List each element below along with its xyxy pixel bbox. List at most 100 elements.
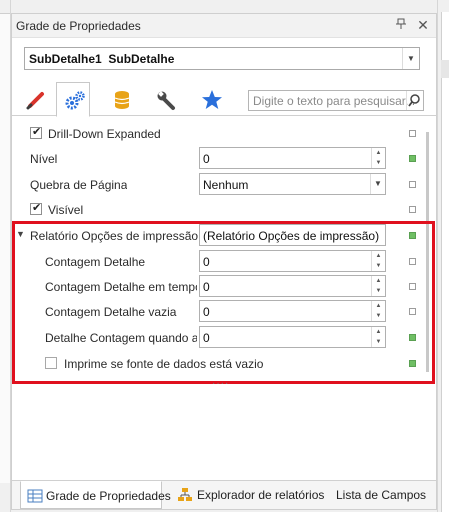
right-scroll-thumb[interactable] — [441, 60, 449, 78]
spin-down-icon[interactable]: ▼ — [372, 158, 385, 168]
chevron-down-icon[interactable]: ▼ — [402, 48, 419, 69]
nivel-value[interactable]: 0 — [203, 152, 210, 166]
drilldown-expanded-label: Drill-Down Expanded — [48, 127, 161, 141]
spin-up-icon[interactable]: ▲ — [372, 301, 385, 311]
spin-up-icon[interactable]: ▲ — [372, 276, 385, 286]
panel-title: Grade de Propriedades — [16, 19, 141, 33]
imprime-vazio-label: Imprime se fonte de dados está vazio — [64, 357, 264, 371]
left-panel-edge — [0, 0, 11, 512]
property-marker-icon — [409, 155, 416, 162]
contagem-detalhe-vazia-label: Contagem Detalhe vazia — [45, 305, 177, 319]
spin-up-icon[interactable]: ▲ — [372, 148, 385, 158]
row-contagem-detalhe-vazia: Contagem Detalhe vazia 0 ▲ ▼ — [12, 299, 422, 324]
spin-down-icon[interactable]: ▼ — [372, 286, 385, 296]
contagem-detalhe-tempo-spinner[interactable]: ▲ ▼ — [371, 276, 385, 296]
detalhe-contagem-quando-spinner[interactable]: ▲ ▼ — [371, 327, 385, 347]
pin-icon[interactable] — [394, 18, 408, 32]
tab-favorites[interactable] — [194, 82, 228, 115]
tab-design[interactable] — [149, 82, 183, 115]
relatorio-opcoes-label: Relatório Opções de impressão — [30, 229, 199, 243]
property-grid-icon — [27, 489, 43, 503]
gears-icon — [65, 91, 85, 110]
report-explorer-icon — [178, 488, 192, 501]
property-marker-icon — [409, 181, 416, 188]
checkmark-icon: ✔ — [32, 202, 42, 214]
tab-grade-propriedades[interactable]: Grade de Propriedades — [20, 481, 171, 509]
search-input[interactable]: Digite o texto para pesquisar... — [253, 94, 415, 108]
row-quebra-pagina: Quebra de Página Nenhum ▼ — [12, 172, 422, 197]
contagem-detalhe-tempo-field[interactable]: 0 ▲ ▼ — [199, 275, 386, 297]
spin-down-icon[interactable]: ▼ — [372, 261, 385, 271]
contagem-detalhe-vazia-spinner[interactable]: ▲ ▼ — [371, 301, 385, 321]
spin-up-icon[interactable]: ▲ — [372, 251, 385, 261]
drilldown-expanded-checkbox[interactable]: ✔ — [30, 126, 42, 139]
grid-scrollbar[interactable] — [426, 132, 429, 372]
row-drilldown-expanded: ✔ Drill-Down Expanded — [12, 121, 422, 146]
tab-lista-campos-label: Lista de Campos — [336, 488, 427, 502]
row-nivel: Nível 0 ▲ ▼ — [12, 146, 422, 171]
contagem-detalhe-tempo-value[interactable]: 0 — [203, 280, 210, 294]
contagem-detalhe-spinner[interactable]: ▲ ▼ — [371, 251, 385, 271]
detalhe-contagem-quando-label: Detalhe Contagem quando a ... — [45, 331, 197, 345]
contagem-detalhe-vazia-value[interactable]: 0 — [203, 305, 210, 319]
tab-lista-campos[interactable]: Lista de Campos — [330, 481, 430, 509]
component-selector[interactable]: SubDetalhe1 SubDetalhe ▼ — [24, 47, 420, 70]
panel-titlebar: Grade de Propriedades ✕ — [12, 14, 436, 38]
property-search-box[interactable]: Digite o texto para pesquisar... — [248, 90, 424, 111]
tab-appearance[interactable] — [18, 82, 52, 115]
property-marker-icon — [409, 130, 416, 137]
property-grid-panel: Grade de Propriedades ✕ SubDetalhe1 SubD… — [11, 13, 437, 510]
property-marker-icon — [409, 232, 416, 239]
nivel-spinner[interactable]: ▲ ▼ — [371, 148, 385, 168]
bottom-tab-bar: Grade de Propriedades Explorador de rela… — [12, 480, 436, 509]
component-selector-value: SubDetalhe1 SubDetalhe — [29, 52, 175, 66]
tab-behavior[interactable] — [56, 82, 90, 117]
checkmark-icon: ✔ — [32, 126, 42, 138]
tab-explorador-relatorios[interactable]: Explorador de relatórios — [169, 481, 324, 509]
quebra-pagina-value[interactable]: Nenhum — [203, 178, 248, 192]
quebra-pagina-label: Quebra de Página — [30, 178, 128, 192]
quebra-pagina-select[interactable]: Nenhum ▼ — [199, 173, 386, 195]
right-panel-edge — [437, 0, 449, 512]
spin-down-icon[interactable]: ▼ — [372, 337, 385, 347]
visivel-checkbox[interactable]: ✔ — [30, 202, 42, 215]
tab-data[interactable] — [104, 82, 138, 115]
contagem-detalhe-tempo-label: Contagem Detalhe em tempo... — [45, 280, 197, 294]
property-marker-icon — [409, 360, 416, 367]
star-icon — [202, 90, 222, 109]
imprime-vazio-checkbox[interactable] — [45, 357, 57, 369]
chevron-down-icon[interactable]: ▼ — [370, 174, 385, 194]
left-panel-edge-inner — [0, 13, 10, 483]
search-icon[interactable] — [406, 91, 423, 110]
visivel-label: Visível — [48, 203, 84, 217]
resize-grip-icon[interactable]: ···· — [212, 378, 229, 389]
row-relatorio-opcoes: ▼ Relatório Opções de impressão (Relatór… — [12, 223, 422, 248]
relatorio-opcoes-field[interactable]: (Relatório Opções de impressão) — [199, 224, 386, 246]
row-imprime-vazio: Imprime se fonte de dados está vazio — [12, 351, 422, 376]
contagem-detalhe-vazia-field[interactable]: 0 ▲ ▼ — [199, 300, 386, 322]
property-marker-icon — [409, 283, 416, 290]
close-icon[interactable]: ✕ — [416, 17, 430, 33]
tab-explorador-relatorios-label: Explorador de relatórios — [197, 488, 325, 502]
collapse-arrow-icon[interactable]: ▼ — [16, 229, 25, 239]
brush-icon — [26, 92, 44, 110]
row-contagem-detalhe: Contagem Detalhe 0 ▲ ▼ — [12, 249, 422, 274]
row-visivel: ✔ Visível — [12, 197, 422, 222]
detalhe-contagem-quando-value[interactable]: 0 — [203, 331, 210, 345]
property-grid: ✔ Drill-Down Expanded Nível 0 ▲ ▼ Quebra … — [12, 121, 436, 391]
property-marker-icon — [409, 334, 416, 341]
wrench-icon — [157, 91, 175, 110]
nivel-field[interactable]: 0 ▲ ▼ — [199, 147, 386, 169]
contagem-detalhe-field[interactable]: 0 ▲ ▼ — [199, 250, 386, 272]
detalhe-contagem-quando-field[interactable]: 0 ▲ ▼ — [199, 326, 386, 348]
contagem-detalhe-value[interactable]: 0 — [203, 255, 210, 269]
row-contagem-detalhe-tempo: Contagem Detalhe em tempo... 0 ▲ ▼ — [12, 274, 422, 299]
database-icon — [114, 91, 130, 109]
tab-grade-propriedades-label: Grade de Propriedades — [46, 489, 171, 503]
row-detalhe-contagem-quando: Detalhe Contagem quando a ... 0 ▲ ▼ — [12, 325, 422, 350]
spin-down-icon[interactable]: ▼ — [372, 311, 385, 321]
property-marker-icon — [409, 258, 416, 265]
spin-up-icon[interactable]: ▲ — [372, 327, 385, 337]
nivel-label: Nível — [30, 152, 58, 166]
right-scroll-track[interactable] — [441, 12, 449, 512]
